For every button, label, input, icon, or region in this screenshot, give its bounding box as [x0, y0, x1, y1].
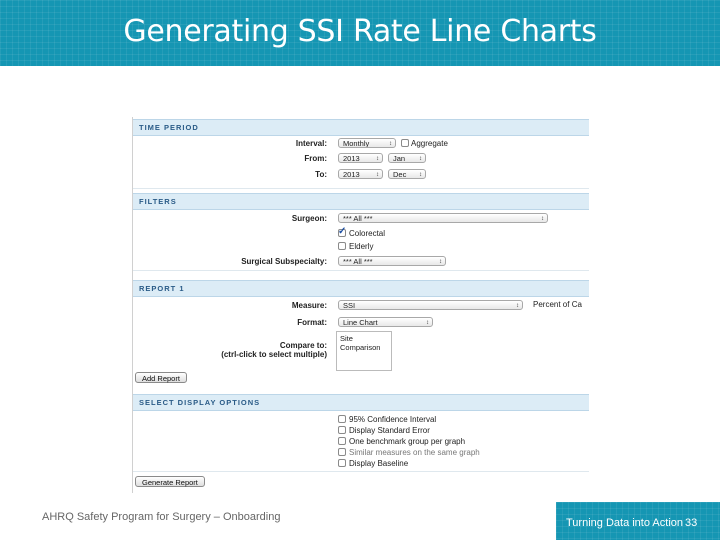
display-options-body: 95% Confidence Interval Display Standard…: [133, 411, 589, 472]
section-header-time-period: TIME PERIOD: [133, 119, 589, 136]
section-title: TIME PERIOD: [139, 123, 199, 132]
option-checkbox-confidence-interval[interactable]: [338, 415, 346, 423]
footer-program-name: AHRQ Safety Program for Surgery – Onboar…: [42, 511, 281, 523]
dropdown-arrow-icon: ↕: [439, 259, 442, 265]
dropdown-arrow-icon: ↕: [516, 303, 519, 309]
elderly-checkbox[interactable]: [338, 242, 346, 250]
from-month-select[interactable]: Jan ↕: [388, 153, 426, 163]
to-year-select[interactable]: 2013 ↕: [338, 169, 383, 179]
compare-option[interactable]: Comparison: [340, 343, 388, 352]
add-report-button[interactable]: Add Report: [135, 372, 187, 383]
aggregate-checkbox[interactable]: [401, 139, 409, 147]
dropdown-arrow-icon: ↕: [389, 141, 392, 147]
compare-label: Compare to:: [279, 341, 327, 350]
format-select[interactable]: Line Chart ↕: [338, 317, 433, 327]
colorectal-checkbox[interactable]: [338, 226, 346, 237]
section-title: SELECT DISPLAY OPTIONS: [139, 398, 261, 407]
subspecialty-label: Surgical Subspecialty:: [241, 257, 327, 266]
surgeon-value: *** All ***: [343, 214, 373, 223]
title-band: Generating SSI Rate Line Charts: [0, 0, 720, 66]
section-header-display-options: SELECT DISPLAY OPTIONS: [133, 394, 589, 411]
format-value: Line Chart: [343, 318, 378, 327]
dropdown-arrow-icon: ↕: [419, 172, 422, 178]
option-label: 95% Confidence Interval: [349, 415, 437, 424]
section-title: REPORT 1: [139, 284, 185, 293]
to-month-value: Dec: [393, 170, 407, 179]
section-title: FILTERS: [139, 197, 177, 206]
slide-title: Generating SSI Rate Line Charts: [123, 14, 597, 49]
option-checkbox-standard-error[interactable]: [338, 426, 346, 434]
from-month-value: Jan: [393, 154, 406, 163]
footer-section-title: Turning Data into Action: [566, 517, 683, 529]
dropdown-arrow-icon: ↕: [426, 320, 429, 326]
to-label: To:: [315, 170, 327, 179]
option-checkbox-similar-measures[interactable]: [338, 448, 346, 456]
interval-value: Monthly: [343, 139, 370, 148]
from-year-select[interactable]: 2013 ↕: [338, 153, 383, 163]
report-form-screenshot: TIME PERIOD Interval: Monthly ↕ Aggregat…: [132, 117, 589, 493]
option-label: Display Baseline: [349, 459, 409, 468]
measure-description: Percent of Ca: [533, 300, 582, 309]
compare-option[interactable]: Site: [340, 334, 388, 343]
time-period-body: Interval: Monthly ↕ Aggregate From: 2013…: [133, 136, 589, 189]
format-label: Format:: [297, 318, 327, 327]
interval-select[interactable]: Monthly ↕: [338, 138, 396, 148]
option-label: Display Standard Error: [349, 426, 430, 435]
surgeon-select[interactable]: *** All *** ↕: [338, 213, 548, 223]
option-checkbox-benchmark-group[interactable]: [338, 437, 346, 445]
generate-report-button[interactable]: Generate Report: [135, 476, 205, 487]
from-label: From:: [304, 154, 327, 163]
surgeon-label: Surgeon:: [291, 214, 327, 223]
dropdown-arrow-icon: ↕: [419, 156, 422, 162]
compare-listbox[interactable]: Site Comparison: [336, 331, 392, 371]
subspecialty-value: *** All ***: [343, 257, 373, 266]
option-label: Similar measures on the same graph: [349, 448, 480, 457]
option-label: One benchmark group per graph: [349, 437, 466, 446]
section-header-report-1: REPORT 1: [133, 280, 589, 297]
dropdown-arrow-icon: ↕: [376, 156, 379, 162]
measure-label: Measure:: [291, 301, 327, 310]
dropdown-arrow-icon: ↕: [541, 216, 544, 222]
aggregate-label: Aggregate: [411, 139, 448, 148]
filters-body: Surgeon: *** All *** ↕ Colorectal Elderl…: [133, 210, 589, 271]
elderly-label: Elderly: [349, 242, 374, 251]
dropdown-arrow-icon: ↕: [376, 172, 379, 178]
page-number: 33: [685, 517, 698, 529]
compare-hint: (ctrl-click to select multiple): [221, 350, 327, 359]
interval-label: Interval:: [295, 139, 327, 148]
section-header-filters: FILTERS: [133, 193, 589, 210]
subspecialty-select[interactable]: *** All *** ↕: [338, 256, 446, 266]
from-year-value: 2013: [343, 154, 360, 163]
to-year-value: 2013: [343, 170, 360, 179]
to-month-select[interactable]: Dec ↕: [388, 169, 426, 179]
measure-select[interactable]: SSI ↕: [338, 300, 523, 310]
option-checkbox-display-baseline[interactable]: [338, 459, 346, 467]
report-1-body: Measure: SSI ↕ Percent of Ca Format: Lin…: [133, 297, 589, 389]
measure-value: SSI: [343, 301, 356, 310]
colorectal-label: Colorectal: [349, 229, 386, 238]
